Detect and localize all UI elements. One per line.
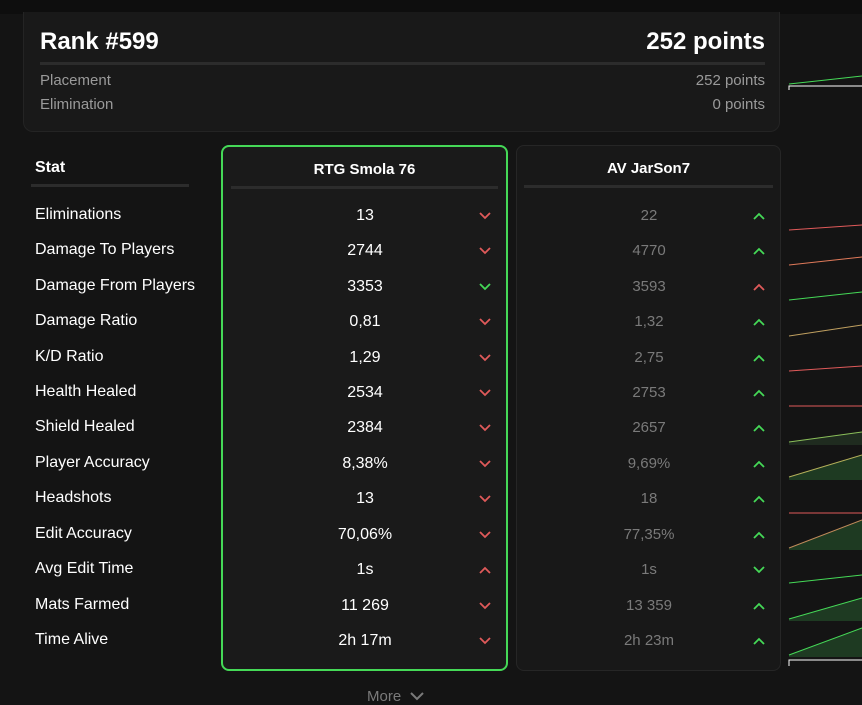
chevron-up-icon	[753, 247, 765, 255]
stat-label: K/D Ratio	[35, 348, 104, 365]
stat-value: 1s	[356, 561, 374, 578]
stat-value: 13 359	[626, 597, 672, 614]
chevron-up-icon	[479, 566, 491, 574]
stat-label: Damage From Players	[35, 277, 196, 294]
chevron-up-icon	[753, 318, 765, 326]
chevron-down-icon	[409, 688, 425, 705]
sparkline-top	[788, 75, 862, 90]
chevron-up-icon	[753, 212, 765, 220]
stat-value: 13	[356, 207, 374, 224]
stat-value: 1s	[641, 561, 657, 578]
chevron-down-icon	[479, 531, 491, 539]
elimination-points: 0 points	[712, 96, 765, 113]
stat-column-header: Stat	[35, 159, 66, 176]
chevron-up-icon	[753, 531, 765, 539]
chevron-up-icon	[753, 602, 765, 610]
stat-value: 4770	[632, 242, 666, 259]
chevron-up-icon	[753, 460, 765, 468]
chevron-down-icon	[753, 566, 765, 574]
stat-label: Headshots	[35, 489, 112, 506]
chevron-up-icon	[753, 637, 765, 645]
chevron-down-icon	[479, 460, 491, 468]
chevron-down-icon	[479, 495, 491, 503]
stat-value: 1,32	[634, 313, 664, 330]
player-card-av-jarson: AV JarSon7 22 4770 3593 1,32 2,75 2753 2657 9,6…	[516, 145, 781, 671]
stat-value: 2744	[347, 242, 383, 259]
rank-divider	[40, 62, 765, 65]
player-name: RTG Smola 76	[313, 161, 416, 178]
stat-value: 2534	[347, 384, 383, 401]
stat-value: 1,29	[349, 349, 381, 366]
stat-label: Damage To Players	[35, 241, 175, 258]
chevron-down-icon	[479, 212, 491, 220]
chevron-down-icon	[479, 247, 491, 255]
chevron-up-icon	[753, 354, 765, 362]
stat-value: 3353	[347, 278, 383, 295]
sparklines-rows	[788, 224, 862, 666]
stat-label: Health Healed	[35, 383, 137, 400]
chevron-up-icon	[753, 495, 765, 503]
stat-value: 2753	[632, 384, 666, 401]
chevron-down-icon	[479, 283, 491, 291]
stat-value: 70,06%	[337, 526, 393, 543]
stat-value: 3593	[632, 278, 666, 295]
stat-label: Mats Farmed	[35, 596, 130, 613]
stat-label: Player Accuracy	[35, 454, 150, 471]
stat-label: Edit Accuracy	[35, 525, 132, 542]
placement-label: Placement	[40, 72, 111, 89]
stat-value: 2384	[347, 419, 383, 436]
more-button[interactable]: More	[367, 688, 425, 705]
chevron-down-icon	[479, 602, 491, 610]
chevron-down-icon	[479, 424, 491, 432]
side-sparkline-panel	[786, 0, 862, 704]
stat-value: 0,81	[349, 313, 381, 330]
stat-value: 2h 17m	[338, 632, 392, 649]
stat-value: 9,69%	[627, 455, 671, 472]
stat-value: 2h 23m	[623, 632, 675, 649]
stat-value: 2,75	[634, 349, 664, 366]
stat-value: 8,38%	[342, 455, 388, 472]
stat-label: Time Alive	[35, 631, 109, 648]
player-name-underline	[231, 186, 498, 189]
stat-value: 2657	[632, 419, 666, 436]
rank-title: Rank #599	[40, 28, 159, 55]
chevron-down-icon	[479, 318, 491, 326]
chevron-up-icon	[753, 424, 765, 432]
stat-value: 18	[640, 490, 658, 507]
stat-value: 11 269	[341, 597, 389, 614]
chevron-down-icon	[479, 637, 491, 645]
player-name-underline	[524, 185, 773, 188]
stat-label: Avg Edit Time	[35, 560, 134, 577]
stat-value: 22	[640, 207, 658, 224]
player-card-rtg-smola: RTG Smola 76 13 2744 3353 0,81 1,29 2534 2384 8…	[221, 145, 508, 671]
chevron-down-icon	[479, 389, 491, 397]
more-label: More	[367, 688, 402, 705]
stat-label: Shield Healed	[35, 418, 135, 435]
rank-total-points: 252 points	[646, 28, 765, 55]
stat-label: Damage Ratio	[35, 312, 138, 329]
placement-points: 252 points	[695, 72, 765, 89]
chevron-up-icon	[753, 283, 765, 291]
chevron-up-icon	[753, 389, 765, 397]
stat-header-underline	[31, 184, 189, 187]
elimination-label: Elimination	[40, 96, 114, 113]
rank-summary-card: Rank #599 252 points Placement 252 point…	[23, 12, 780, 132]
stat-label: Eliminations	[35, 206, 122, 223]
stat-value: 13	[356, 490, 374, 507]
player-name: AV JarSon7	[606, 160, 691, 177]
chevron-down-icon	[479, 354, 491, 362]
stat-value: 77,35%	[623, 526, 675, 543]
